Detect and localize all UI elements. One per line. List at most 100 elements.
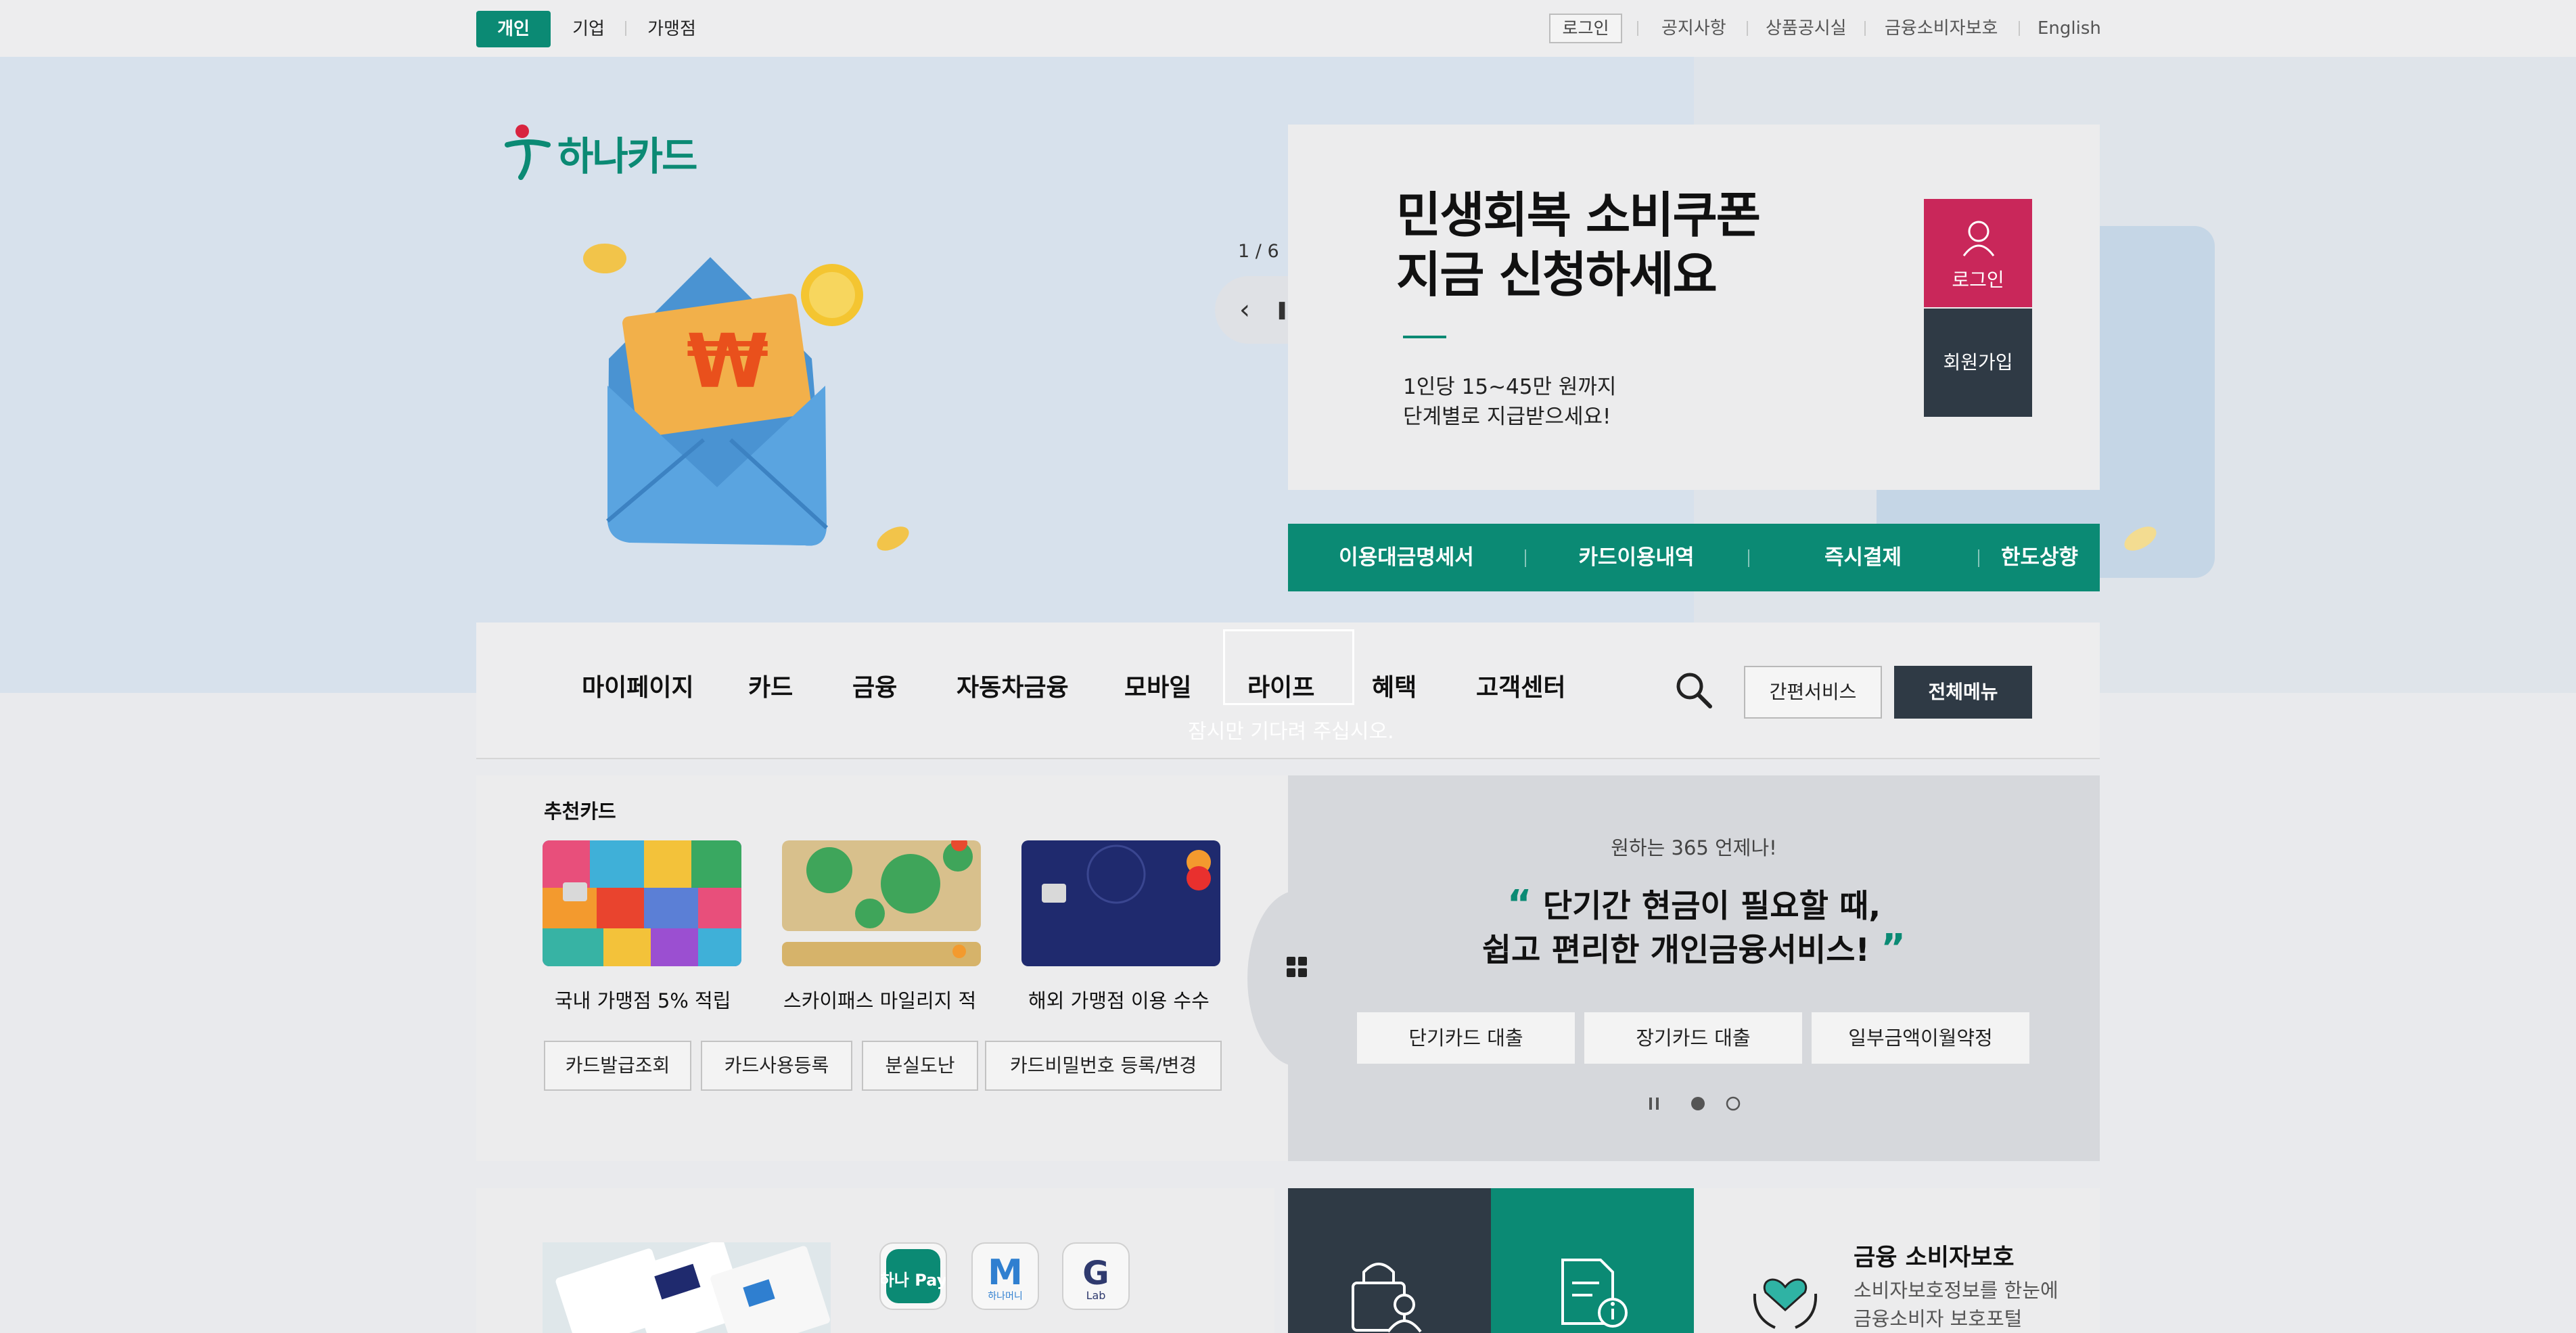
quick-billing-statement[interactable]: 이용대금명세서 [1288,524,1525,591]
loan-subtitle: 원하는 365 언제나! [1611,836,1777,859]
app-label: 하나머니 [988,1291,1023,1302]
nav-auto-finance[interactable]: 자동차금융 [957,671,1069,705]
short-term-loan-button[interactable]: 단기카드 대출 [1357,1012,1575,1064]
nav-focus-outline [1223,629,1354,705]
app-screens-illustration [555,1242,830,1333]
app-promo-section: 하나 Pay M 하나머니 G Lab [476,1188,1274,1333]
quick-instant-payment[interactable]: 즉시결제 [1749,524,1977,591]
quick-menu-bar: 이용대금명세서 카드이용내역 즉시결제 한도상향 [1288,524,2100,591]
card-image-3[interactable] [1021,840,1220,966]
link-english[interactable]: English [2038,15,2101,42]
hero-login-label: 로그인 [1952,269,2004,291]
card-registration-button[interactable]: 카드사용등록 [701,1041,852,1091]
promo-title-line: 민생회복 소비쿠폰 [1396,187,1761,244]
main-navigation: 마이페이지 카드 금융 자동차금융 모바일 라이프 혜택 고객센터 잠시만 기다… [476,623,2100,759]
nav-finance[interactable]: 금융 [852,671,897,705]
promo-desc-line: 1인당 15~45만 원까지 [1403,375,1617,399]
svg-text:₩: ₩ [687,318,768,405]
hana-money-icon: M 하나머니 [988,1252,1023,1302]
card-caption[interactable]: 스카이패스 마일리지 적 [783,985,1007,1014]
easy-service-button[interactable]: 간편서비스 [1744,666,1882,719]
close-quote-icon: ” [1881,926,1906,970]
promo-desc-line: 단계별로 지급받으세요! [1403,405,1611,429]
link-consumer-protection[interactable]: 금융소비자보호 [1885,15,1998,42]
app-label: 하나 Pay [881,1271,946,1290]
carousel-dot-active[interactable] [1691,1097,1705,1110]
card-art [1021,840,1220,966]
nav-benefits[interactable]: 혜택 [1372,671,1417,705]
hana-pay-icon: 하나 Pay [879,1249,948,1303]
promo-title-line: 지금 신청하세요 [1396,246,1718,303]
divider [625,21,626,36]
nav-mobile[interactable]: 모바일 [1124,671,1191,705]
consumer-protection-tile[interactable]: 금융 소비자보호 소비자보호정보를 한눈에 금융소비자 보호포털 [1694,1188,2100,1333]
top-login-button[interactable]: 로그인 [1549,14,1622,43]
hana-card-logo[interactable]: 하나카드 [502,123,697,183]
security-tile[interactable] [1288,1188,1491,1333]
card-image-1[interactable] [543,840,741,966]
loan-title-line: 단기간 현금이 필요할 때, [1542,888,1881,925]
g-lab-icon: G Lab [1082,1255,1109,1302]
divider [1637,21,1638,36]
g-lab-app-icon[interactable]: G Lab [1062,1242,1130,1310]
svg-text:G: G [1082,1255,1109,1292]
segment-personal[interactable]: 개인 [476,11,551,47]
consumer-desc-line: 소비자보호정보를 한눈에 [1854,1279,2058,1302]
hero-login-button[interactable]: 로그인 [1924,199,2032,307]
link-notice[interactable]: 공지사항 [1661,15,1726,42]
nav-card[interactable]: 카드 [748,671,793,705]
grid-toggle-icon[interactable] [1285,955,1310,980]
card-art [543,840,741,966]
quick-limit-increase[interactable]: 한도상향 [1979,524,2100,591]
card-caption[interactable]: 국내 가맹점 5% 적립 [555,985,778,1014]
divider [1864,21,1866,36]
divider [2019,21,2020,36]
search-icon[interactable] [1674,670,1714,710]
promo-banner[interactable]: 민생회복 소비쿠폰 지금 신청하세요 1인당 15~45만 원까지 단계별로 지… [1288,125,2100,490]
link-product-disclosure[interactable]: 상품공시실 [1766,15,1847,42]
personal-finance-panel: 원하는 365 언제나! “ 단기간 현금이 필요할 때, 쉽고 편리한 개인금… [1247,775,2100,1161]
card-image-2[interactable] [782,840,981,966]
join-button[interactable]: 회원가입 [1924,309,2032,417]
app-promo-image[interactable] [543,1242,831,1333]
user-icon [1962,221,1995,256]
nav-mypage[interactable]: 마이페이지 [582,671,694,705]
consumer-protection-title: 금융 소비자보호 [1854,1244,2015,1271]
segment-business[interactable]: 기업 [563,11,614,47]
long-term-loan-button[interactable]: 장기카드 대출 [1584,1012,1802,1064]
carousel-pause-icon[interactable] [1649,1098,1652,1110]
app-label: Lab [1086,1289,1106,1302]
top-utility-bar: 개인 기업 가맹점 로그인 공지사항 상품공시실 금융소비자보호 English [0,0,2576,57]
logo-text: 하나카드 [557,133,697,179]
card-caption[interactable]: 해외 가맹점 이용 수수 [1028,985,1251,1014]
hana-money-app-icon[interactable]: M 하나머니 [971,1242,1039,1310]
hana-pay-app-icon[interactable]: 하나 Pay [879,1242,948,1310]
envelope-coin-illustration: ₩ [583,244,909,551]
heart-hands-icon [1753,1278,1818,1329]
quick-card-usage[interactable]: 카드이용내역 [1526,524,1747,591]
svg-text:M: M [988,1252,1023,1293]
carousel-dot[interactable] [1726,1096,1741,1111]
all-menu-button[interactable]: 전체메뉴 [1894,666,2032,719]
open-quote-icon: “ [1506,882,1532,926]
card-pin-button[interactable]: 카드비밀번호 등록/변경 [985,1041,1222,1091]
hana-logo-icon [505,125,551,180]
section-title: 추천카드 [544,800,616,823]
slide-counter: 1 / 6 [1238,241,1279,262]
carousel-indicator [1649,1096,1741,1111]
nav-customer-center[interactable]: 고객센터 [1476,671,1565,705]
loan-title-line: 쉽고 편리한 개인금융서비스! [1481,932,1870,969]
revolving-agreement-button[interactable]: 일부금액이월약정 [1812,1012,2029,1064]
loading-message: 잠시만 기다려 주십시오. [1188,720,1394,744]
card-art [782,840,981,966]
promo-description: 1인당 15~45만 원까지 단계별로 지급받으세요! [1403,372,1616,432]
consumer-desc-line: 금융소비자 보호포털 [1854,1307,2023,1330]
document-info-icon [1561,1259,1628,1328]
segment-merchant[interactable]: 가맹점 [636,11,708,47]
lock-user-icon [1352,1263,1422,1333]
info-document-tile[interactable] [1491,1188,1694,1333]
card-issue-inquiry-button[interactable]: 카드발급조회 [544,1041,691,1091]
promo-title: 민생회복 소비쿠폰 지금 신청하세요 [1396,185,1761,304]
slide-prev-button[interactable]: ‹ [1223,276,1266,344]
lost-stolen-button[interactable]: 분실도난 [862,1041,978,1091]
